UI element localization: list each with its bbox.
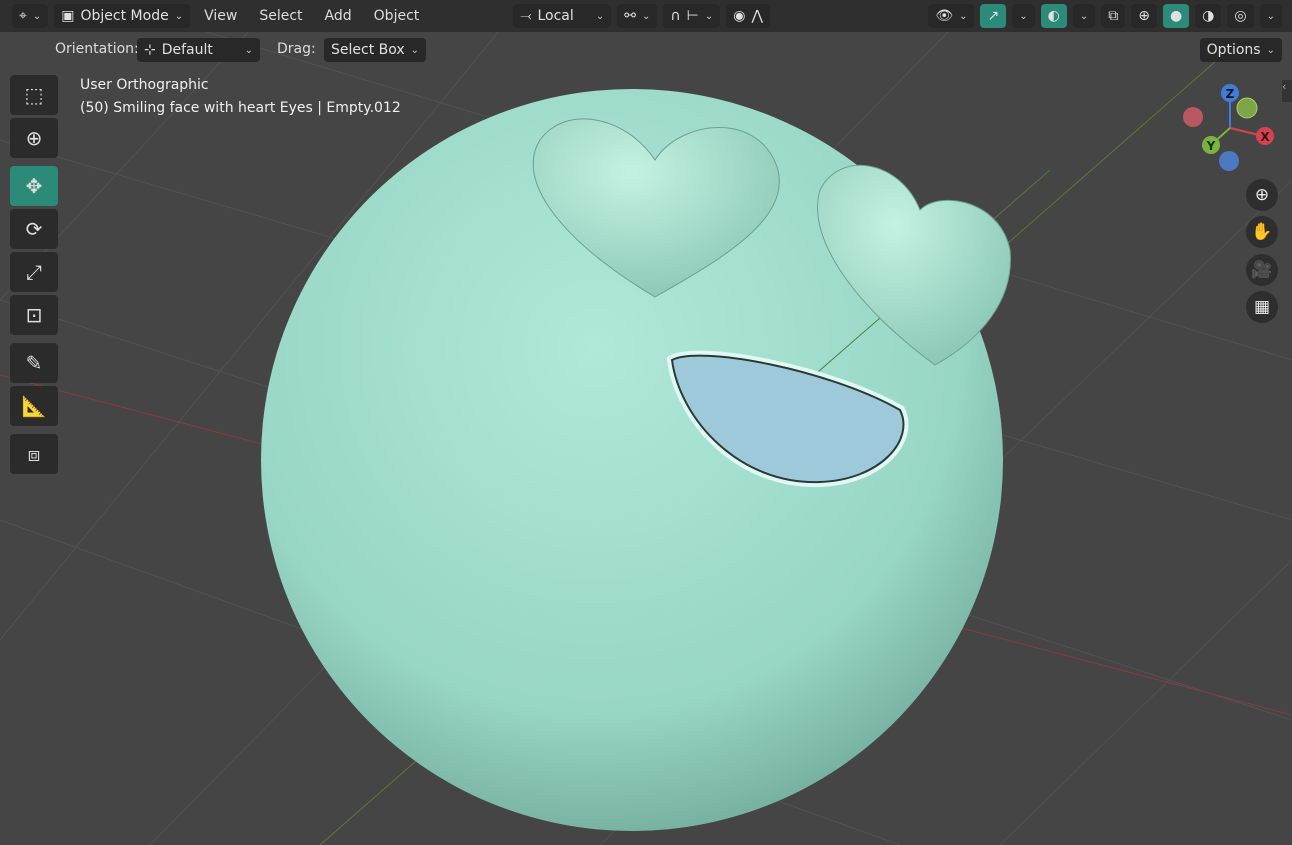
tool-transform[interactable]: ⊡ — [10, 295, 58, 335]
neg-z-axis-ball[interactable] — [1219, 151, 1239, 171]
transform-orientation-dropdown[interactable]: ⤙ Local ⌄ — [513, 4, 612, 28]
overlay-icon: ◐ — [1047, 8, 1060, 24]
magnet-icon: ∩ — [670, 8, 681, 24]
menu-object[interactable]: Object — [366, 8, 428, 24]
editor-type-button[interactable]: ⌖ ⌄ — [12, 4, 49, 28]
solid-icon: ● — [1169, 8, 1183, 24]
select-box-icon: ⬚ — [24, 83, 44, 107]
pivot-icon: ⚯ — [624, 8, 636, 24]
snap-increment-icon: ⊢ — [686, 8, 699, 24]
snap-toggle[interactable]: ∩ ⊢ ⌄ — [663, 4, 721, 28]
svg-text:Z: Z — [1226, 87, 1235, 101]
grid-icon: ▦ — [1253, 297, 1271, 317]
tool-measure[interactable]: 📐 — [10, 386, 58, 426]
perspective-toggle-button[interactable]: ▦ — [1246, 291, 1278, 323]
rotate-icon: ⟳ — [25, 217, 43, 241]
toolbar: ⬚ ⊕ ✥ ⟳ ⤢ ⊡ ✎ 📐 ⧈ — [10, 75, 59, 477]
view-name: User Orthographic — [80, 77, 209, 93]
cursor-icon: ⊕ — [25, 126, 43, 150]
scale-icon: ⤢ — [26, 260, 42, 284]
object-mode-icon: ▣ — [61, 8, 75, 24]
xray-icon: ⧉ — [1108, 8, 1119, 24]
tool-move[interactable]: ✥ — [10, 166, 58, 206]
object-info: (50) Smiling face with heart Eyes | Empt… — [80, 100, 401, 116]
gizmo-icon: ↗ — [987, 8, 1000, 24]
proportional-icon: ◉ — [733, 8, 746, 24]
add-cube-icon: ⧈ — [27, 442, 41, 466]
tool-add-cube[interactable]: ⧈ — [10, 434, 58, 474]
pan-button[interactable]: ✋ — [1246, 216, 1278, 248]
shading-rendered[interactable]: ◎ — [1227, 4, 1254, 28]
visibility-dropdown[interactable]: 👁 ⌄ — [928, 4, 975, 28]
tool-rotate[interactable]: ⟳ — [10, 209, 58, 249]
transform-icon: ⊡ — [25, 303, 43, 327]
neg-x-axis-ball[interactable] — [1183, 107, 1203, 127]
viewport-editor-icon: ⌖ — [19, 8, 27, 24]
tool-select-box[interactable]: ⬚ — [10, 75, 58, 115]
viewport-header: ⌖ ⌄ ▣ Object Mode ⌄ View Select Add Object … — [0, 0, 1292, 32]
proportional-edit-toggle[interactable]: ◉ ⋀ — [726, 4, 770, 28]
rendered-icon: ◎ — [1234, 8, 1247, 24]
shading-dropdown[interactable]: ⌄ — [1259, 4, 1282, 28]
shading-material[interactable]: ◑ — [1195, 4, 1222, 28]
tool-annotate[interactable]: ✎ — [10, 343, 58, 383]
eye-icon: 👁 — [935, 8, 954, 24]
annotate-icon: ✎ — [25, 351, 43, 375]
measure-icon: 📐 — [21, 394, 47, 418]
shading-wireframe[interactable]: ⊕ — [1131, 4, 1157, 28]
falloff-icon: ⋀ — [751, 8, 763, 24]
zoom-icon: ⊕ — [1254, 185, 1270, 205]
svg-text:Y: Y — [1206, 139, 1216, 153]
shading-solid[interactable]: ● — [1162, 4, 1190, 28]
move-icon: ✥ — [25, 174, 43, 198]
tool-scale[interactable]: ⤢ — [10, 252, 58, 292]
menu-select[interactable]: Select — [251, 8, 310, 24]
viewport-scene[interactable] — [0, 0, 1292, 845]
orientation-axes-icon: ⊹ — [144, 42, 156, 58]
camera-icon: 🎥 — [1251, 260, 1273, 280]
tool-cursor[interactable]: ⊕ — [10, 118, 58, 158]
svg-text:X: X — [1260, 130, 1270, 144]
gizmo-dropdown[interactable]: ⌄ — [1012, 4, 1035, 28]
drag-label: Drag: — [277, 41, 316, 57]
camera-view-button[interactable]: 🎥 — [1246, 254, 1278, 286]
mode-dropdown[interactable]: ▣ Object Mode ⌄ — [54, 4, 191, 28]
drag-dropdown[interactable]: Select Box ⌄ — [324, 38, 427, 62]
navigation-gizmo[interactable]: Z X Y — [1175, 78, 1285, 178]
orientation-dropdown[interactable]: ⊹ Default ⌄ — [137, 38, 260, 62]
gizmo-toggle[interactable]: ↗ — [980, 4, 1007, 28]
tool-settings-bar: Orientation: ⊹ Default ⌄ Drag: Select Box ⌄… — [0, 38, 1292, 62]
hand-icon: ✋ — [1251, 222, 1273, 242]
orientation-label: Orientation: — [55, 41, 139, 57]
wireframe-icon: ⊕ — [1138, 8, 1150, 24]
overlay-toggle[interactable]: ◐ — [1040, 4, 1067, 28]
xray-toggle[interactable]: ⧉ — [1101, 4, 1126, 28]
overlay-dropdown[interactable]: ⌄ — [1072, 4, 1096, 28]
options-dropdown[interactable]: Options ⌄ — [1199, 38, 1282, 62]
material-icon: ◑ — [1202, 8, 1215, 24]
neg-y-axis-ball[interactable] — [1236, 97, 1258, 119]
zoom-button[interactable]: ⊕ — [1246, 179, 1278, 211]
orientation-icon: ⤙ — [520, 8, 532, 24]
sidebar-toggle[interactable]: ‹ — [1282, 80, 1292, 102]
pivot-dropdown[interactable]: ⚯ ⌄ — [617, 4, 658, 28]
menu-add[interactable]: Add — [317, 8, 360, 24]
menu-view[interactable]: View — [196, 8, 245, 24]
